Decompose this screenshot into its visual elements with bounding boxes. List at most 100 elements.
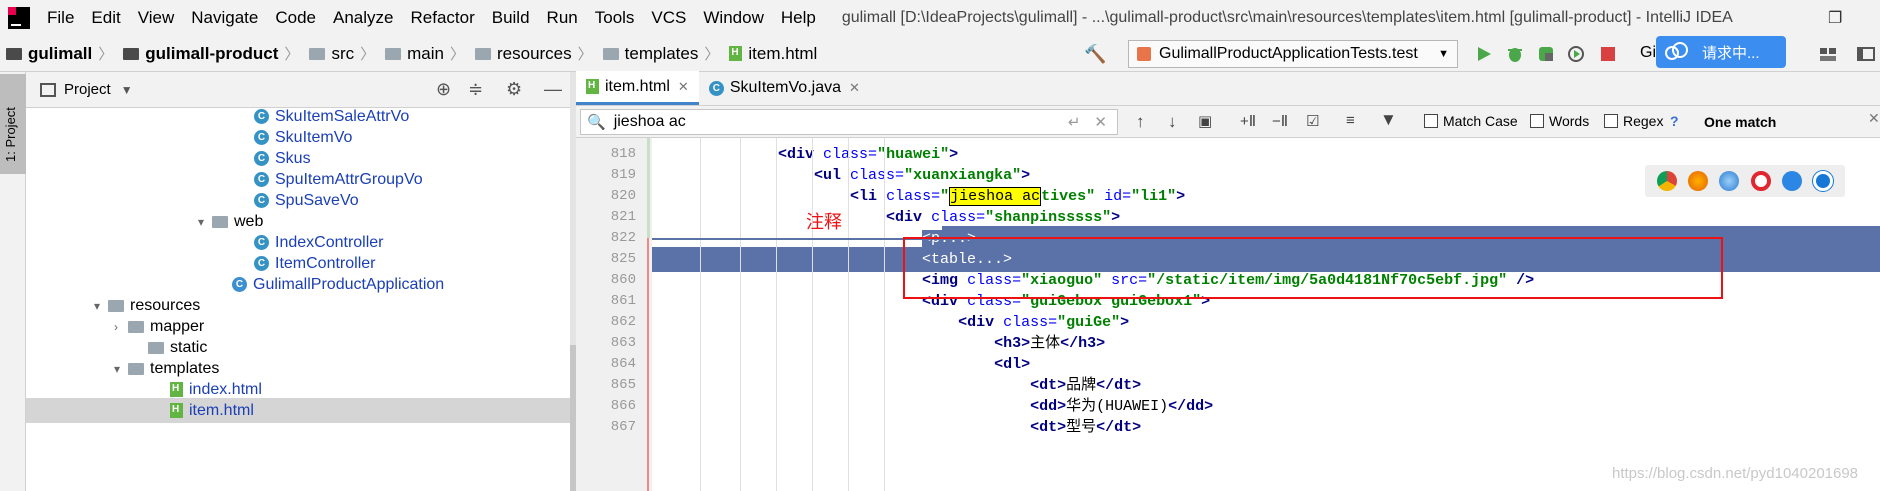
expand-arrow-icon[interactable]: ▾ [114, 362, 128, 376]
expand-arrow-icon[interactable]: › [114, 320, 128, 334]
class-icon: C [254, 193, 269, 208]
opera-icon[interactable] [1750, 171, 1771, 191]
code-token: <div [778, 146, 824, 163]
edge-icon[interactable] [1813, 171, 1834, 191]
internet-explorer-icon[interactable] [1781, 171, 1802, 191]
expand-arrow-icon[interactable]: ▾ [94, 299, 108, 313]
layout-icon[interactable] [1856, 44, 1876, 64]
coverage-icon[interactable] [1536, 44, 1556, 64]
expand-arrow-icon[interactable]: ▾ [198, 215, 212, 229]
regex-checkbox[interactable]: Regex [1604, 113, 1663, 129]
previous-occurrence-icon[interactable]: ↑ [1136, 112, 1145, 132]
menu-help[interactable]: Help [781, 8, 816, 28]
collapse-all-icon[interactable]: ≑ [468, 79, 483, 100]
code-token: <li [850, 188, 887, 205]
profile-icon[interactable] [1566, 44, 1586, 64]
menu-tools[interactable]: Tools [595, 8, 635, 28]
change-marker [647, 138, 650, 238]
new-line-icon[interactable]: ↵ [1068, 113, 1081, 131]
close-tab-icon[interactable]: ✕ [678, 79, 689, 95]
project-structure-icon[interactable] [1818, 44, 1838, 64]
tree-item-label: Skus [275, 149, 311, 167]
breadcrumb-item[interactable]: item.html [729, 44, 817, 64]
code-token: <dt> [1030, 419, 1067, 436]
breadcrumb-item[interactable]: gulimall 〉 [6, 43, 117, 64]
menu-run[interactable]: Run [547, 8, 578, 28]
close-tab-icon[interactable]: ✕ [849, 80, 860, 96]
breadcrumb-item[interactable]: main 〉 [385, 43, 469, 64]
breadcrumb-label: resources [497, 43, 572, 63]
breadcrumb-item[interactable]: resources 〉 [475, 43, 597, 64]
regex-help-link[interactable]: ? [1670, 113, 1679, 129]
stop-icon[interactable] [1598, 44, 1618, 64]
project-panel-header: Project ▼ ⊕ ≑ ⚙ — [26, 72, 570, 108]
code-token: tives" [1041, 188, 1096, 205]
menu-refactor[interactable]: Refactor [410, 8, 474, 28]
folder-icon [123, 47, 140, 60]
menu-navigate[interactable]: Navigate [191, 8, 258, 28]
code-token: </dt> [1096, 419, 1142, 436]
project-view-icon [40, 82, 56, 97]
find-input[interactable]: jieshoa ac [614, 113, 686, 131]
class-icon: C [254, 151, 269, 166]
code-token: id= [1095, 188, 1132, 205]
code-token: 型号 [1066, 419, 1097, 436]
find-search-box[interactable]: 🔍 jieshoa ac ↵ ✕ [580, 109, 1118, 135]
menu-analyze[interactable]: Analyze [333, 8, 393, 28]
breadcrumb-separator: 〉 [449, 46, 465, 63]
close-icon[interactable]: ✕ [1868, 110, 1880, 127]
html-file-icon [729, 46, 743, 61]
open-in-browser-bar [1645, 165, 1845, 197]
tree-item-label: IndexController [275, 233, 384, 251]
breadcrumb-separator: 〉 [360, 46, 376, 63]
folder-icon [108, 299, 124, 312]
run-icon[interactable] [1474, 44, 1494, 64]
add-occurrence-icon[interactable]: +Ⅱ [1240, 112, 1256, 130]
menu-build[interactable]: Build [492, 8, 530, 28]
filter-icon[interactable]: ▼ [1380, 110, 1397, 130]
menu-window[interactable]: Window [703, 8, 763, 28]
safari-icon[interactable] [1719, 171, 1740, 191]
project-panel-title[interactable]: Project [64, 81, 111, 98]
folder-icon [475, 47, 491, 60]
code-token: </h3> [1060, 335, 1106, 352]
tree-item[interactable]: item.html [26, 398, 570, 423]
editor-tab[interactable]: C SkuItemVo.java ✕ [699, 71, 870, 105]
menu-vcs[interactable]: VCS [651, 8, 686, 28]
select-all-occurrences-icon[interactable]: ☑ [1306, 112, 1319, 130]
multiline-icon[interactable]: ≡ [1346, 112, 1355, 129]
breadcrumb-item[interactable]: templates 〉 [602, 43, 724, 64]
chrome-icon[interactable] [1656, 171, 1677, 191]
status-badge: 请求中... [1656, 36, 1786, 68]
code-token: "xuanxiangka" [904, 167, 1022, 184]
gear-icon[interactable]: ⚙ [506, 79, 522, 100]
restore-window-icon[interactable]: ❐ [1828, 8, 1842, 28]
words-checkbox[interactable]: Words [1530, 113, 1589, 129]
clear-icon[interactable]: ✕ [1094, 113, 1107, 131]
breadcrumb-item[interactable]: src 〉 [309, 43, 379, 64]
debug-icon[interactable] [1505, 44, 1525, 64]
menu-view[interactable]: View [138, 8, 175, 28]
match-case-checkbox[interactable]: Match Case [1424, 113, 1518, 129]
breadcrumb-item[interactable]: gulimall-product 〉 [123, 43, 303, 64]
hide-icon[interactable]: — [544, 79, 562, 100]
tree-item-label: mapper [150, 317, 205, 335]
menu-file[interactable]: File [47, 8, 74, 28]
locate-icon[interactable]: ⊕ [436, 79, 451, 100]
remove-occurrence-icon[interactable]: −Ⅱ [1272, 112, 1288, 130]
chevron-down-icon[interactable]: ▼ [121, 83, 133, 97]
folder-icon [309, 47, 326, 60]
next-occurrence-icon[interactable]: ↓ [1168, 112, 1177, 132]
run-config-label: GulimallProductApplicationTests.test [1159, 45, 1418, 62]
tree-item-label: index.html [189, 380, 262, 398]
run-configuration-select[interactable]: GulimallProductApplicationTests.test ▼ [1128, 40, 1458, 68]
breadcrumb-label: gulimall [28, 43, 93, 63]
breadcrumb-label: templates [624, 43, 699, 63]
firefox-icon[interactable] [1687, 171, 1708, 191]
editor-tab[interactable]: item.html ✕ [576, 71, 699, 105]
project-tool-tab[interactable]: 1: Project [0, 74, 26, 174]
build-hammer-icon[interactable]: 🔨 [1084, 44, 1106, 65]
menu-edit[interactable]: Edit [91, 8, 120, 28]
menu-code[interactable]: Code [275, 8, 316, 28]
select-all-icon[interactable]: ▣ [1198, 112, 1212, 130]
